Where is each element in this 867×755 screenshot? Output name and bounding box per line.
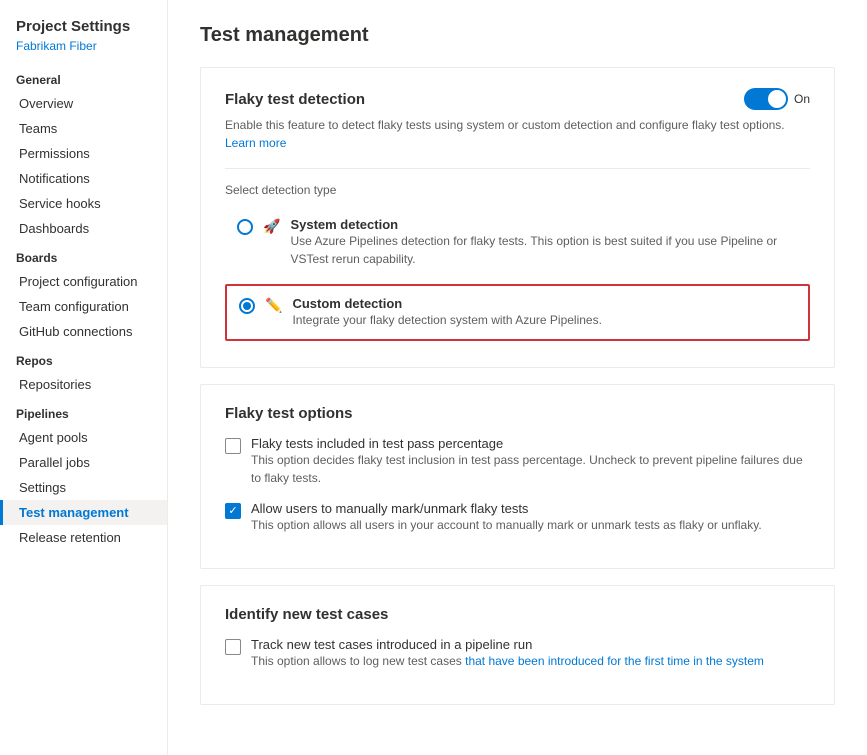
flaky-card-header: Flaky test detection On xyxy=(225,88,810,110)
sidebar-section-general: General xyxy=(0,63,167,91)
flaky-option1-content: Flaky tests included in test pass percen… xyxy=(251,436,810,487)
sidebar-item-overview[interactable]: Overview xyxy=(0,91,167,116)
section-divider xyxy=(225,168,810,169)
sidebar-item-project-configuration[interactable]: Project configuration xyxy=(0,269,167,294)
system-detection-icon: 🚀 xyxy=(263,218,280,235)
flaky-option2: Allow users to manually mark/unmark flak… xyxy=(225,501,810,534)
toggle-knob xyxy=(768,90,786,108)
flaky-option2-content: Allow users to manually mark/unmark flak… xyxy=(251,501,762,534)
identify-title: Identify new test cases xyxy=(225,606,810,623)
flaky-toggle-container: On xyxy=(744,88,810,110)
custom-detection-content: Custom detection Integrate your flaky de… xyxy=(292,296,602,329)
flaky-option1-title: Flaky tests included in test pass percen… xyxy=(251,436,810,451)
flaky-description: Enable this feature to detect flaky test… xyxy=(225,116,810,152)
identify-card: Identify new test cases Track new test c… xyxy=(200,585,835,705)
custom-detection-title: Custom detection xyxy=(292,296,602,311)
custom-detection-option[interactable]: ✏️ Custom detection Integrate your flaky… xyxy=(225,284,810,341)
flaky-option2-desc: This option allows all users in your acc… xyxy=(251,516,762,534)
sidebar-item-agent-pools[interactable]: Agent pools xyxy=(0,425,167,450)
sidebar-item-service-hooks[interactable]: Service hooks xyxy=(0,191,167,216)
flaky-detection-title: Flaky test detection xyxy=(225,91,365,108)
custom-detection-desc: Integrate your flaky detection system wi… xyxy=(292,311,602,329)
detection-type-label: Select detection type xyxy=(225,183,810,197)
sidebar-item-team-configuration[interactable]: Team configuration xyxy=(0,294,167,319)
sidebar-item-parallel-jobs[interactable]: Parallel jobs xyxy=(0,450,167,475)
system-detection-title: System detection xyxy=(290,217,798,232)
system-detection-radio[interactable] xyxy=(237,219,253,235)
flaky-options-card: Flaky test options Flaky tests included … xyxy=(200,384,835,569)
sidebar-item-dashboards[interactable]: Dashboards xyxy=(0,216,167,241)
system-detection-desc: Use Azure Pipelines detection for flaky … xyxy=(290,232,798,268)
system-detection-option[interactable]: 🚀 System detection Use Azure Pipelines d… xyxy=(225,207,810,278)
sidebar-item-release-retention[interactable]: Release retention xyxy=(0,525,167,550)
identify-option1-content: Track new test cases introduced in a pip… xyxy=(251,637,764,670)
sidebar-section-repos: Repos xyxy=(0,344,167,372)
sidebar-item-teams[interactable]: Teams xyxy=(0,116,167,141)
flaky-option2-checkbox[interactable] xyxy=(225,503,241,519)
identify-option1-desc: This option allows to log new test cases… xyxy=(251,652,764,670)
sidebar: Project Settings Fabrikam Fiber General … xyxy=(0,0,168,755)
flaky-option1-checkbox[interactable] xyxy=(225,438,241,454)
flaky-option1: Flaky tests included in test pass percen… xyxy=(225,436,810,487)
main-content: Test management Flaky test detection On … xyxy=(168,0,867,755)
system-detection-content: System detection Use Azure Pipelines det… xyxy=(290,217,798,268)
sidebar-title: Project Settings xyxy=(0,12,167,39)
identify-blue-text: that have been introduced for the first … xyxy=(465,654,764,668)
identify-option1-checkbox[interactable] xyxy=(225,639,241,655)
sidebar-item-test-management[interactable]: Test management xyxy=(0,500,167,525)
sidebar-item-permissions[interactable]: Permissions xyxy=(0,141,167,166)
flaky-option2-title: Allow users to manually mark/unmark flak… xyxy=(251,501,762,516)
flaky-option1-desc: This option decides flaky test inclusion… xyxy=(251,451,810,487)
toggle-label: On xyxy=(794,92,810,106)
identify-option1: Track new test cases introduced in a pip… xyxy=(225,637,810,670)
flaky-options-title: Flaky test options xyxy=(225,405,810,422)
flaky-detection-card: Flaky test detection On Enable this feat… xyxy=(200,67,835,368)
sidebar-section-pipelines: Pipelines xyxy=(0,397,167,425)
sidebar-item-settings[interactable]: Settings xyxy=(0,475,167,500)
sidebar-item-github-connections[interactable]: GitHub connections xyxy=(0,319,167,344)
page-title: Test management xyxy=(200,24,835,47)
identify-option1-title: Track new test cases introduced in a pip… xyxy=(251,637,764,652)
sidebar-org[interactable]: Fabrikam Fiber xyxy=(0,39,167,63)
flaky-toggle[interactable] xyxy=(744,88,788,110)
custom-detection-radio[interactable] xyxy=(239,298,255,314)
custom-detection-icon: ✏️ xyxy=(265,297,282,314)
sidebar-item-repositories[interactable]: Repositories xyxy=(0,372,167,397)
learn-more-link[interactable]: Learn more xyxy=(225,136,286,150)
sidebar-section-boards: Boards xyxy=(0,241,167,269)
sidebar-item-notifications[interactable]: Notifications xyxy=(0,166,167,191)
